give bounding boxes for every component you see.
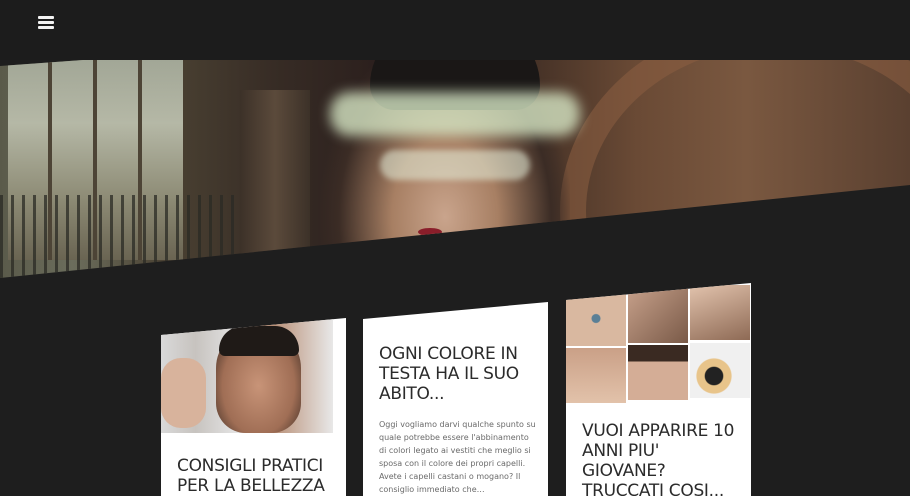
post-title[interactable]: VUOI APPARIRE 10 ANNI PIU' GIOVANE? TRUC… bbox=[582, 421, 742, 496]
page: CONSIGLI PRATICI PER LA BELLEZZA OGNI CO… bbox=[0, 0, 910, 496]
hero-background-railing bbox=[0, 195, 260, 278]
hero-background-column bbox=[240, 90, 310, 278]
hamburger-menu-icon[interactable] bbox=[38, 16, 54, 30]
hero-subtitle bbox=[380, 150, 530, 180]
post-image[interactable] bbox=[161, 318, 333, 433]
top-bar bbox=[0, 0, 910, 60]
post-card[interactable]: OGNI COLORE IN TESTA HA IL SUO ABITO... … bbox=[363, 302, 548, 496]
post-image[interactable] bbox=[566, 283, 751, 403]
post-card[interactable]: CONSIGLI PRATICI PER LA BELLEZZA bbox=[161, 318, 346, 496]
post-card[interactable]: VUOI APPARIRE 10 ANNI PIU' GIOVANE? TRUC… bbox=[566, 283, 751, 496]
hero-model-lips bbox=[418, 228, 442, 236]
hero-title bbox=[330, 92, 580, 136]
post-title[interactable]: OGNI COLORE IN TESTA HA IL SUO ABITO... bbox=[379, 344, 539, 404]
post-excerpt: Oggi vogliamo darvi qualche spunto su qu… bbox=[379, 420, 536, 494]
post-title[interactable]: CONSIGLI PRATICI PER LA BELLEZZA bbox=[177, 456, 337, 496]
hero-background-arch bbox=[560, 20, 910, 278]
